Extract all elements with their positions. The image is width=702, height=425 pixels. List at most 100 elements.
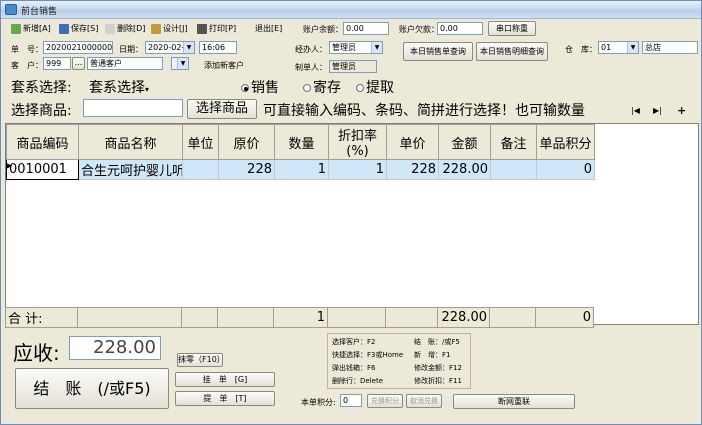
hang-order-button[interactable]: 挂 单 [G] — [175, 372, 275, 387]
col-header[interactable]: 备注 — [490, 124, 537, 160]
hint-text: 选择客户：F2 — [332, 338, 376, 346]
col-header[interactable]: 单位 — [182, 124, 219, 160]
deposit-radio[interactable]: 寄存 — [303, 77, 341, 97]
cell-points[interactable]: 0 — [536, 159, 595, 180]
first-record-icon[interactable]: |◀ — [631, 106, 640, 115]
col-header[interactable]: 商品编码 — [6, 124, 79, 160]
col-header[interactable]: 折扣率(%) — [328, 124, 387, 160]
cell-amount[interactable]: 228.00 — [438, 159, 491, 180]
add-row-icon[interactable]: + — [677, 104, 686, 117]
time-field[interactable]: 16:06 — [199, 41, 237, 54]
new-button[interactable]: 新增[A] — [11, 23, 51, 37]
print-button[interactable]: 打印[P] — [197, 23, 236, 37]
customer-lookup-button[interactable]: ... — [72, 57, 85, 70]
hint-text: 结 账：/或F5 — [414, 338, 460, 346]
next-record-icon[interactable]: ▶| — [653, 106, 662, 115]
radio-icon — [241, 84, 249, 92]
points-label: 本单积分: — [301, 398, 336, 407]
table-row[interactable]: 0010001 合生元呵护婴儿听 228 1 1 228 228.00 0 — [6, 159, 595, 180]
warehouse-name-field: 总店 — [642, 41, 698, 54]
row-pointer-icon: ▶ — [6, 161, 13, 170]
hint-text: 删除行：Delete — [332, 377, 383, 385]
chevron-down-icon: ▾ — [145, 85, 150, 94]
take-order-button[interactable]: 提 单 [T] — [175, 391, 275, 406]
cell-code[interactable]: 0010001 — [6, 159, 79, 180]
cancel-exchange-button[interactable]: 取消兑换 — [406, 394, 442, 408]
cell-quantity[interactable]: 1 — [274, 159, 329, 180]
checkout-button[interactable]: 结 账 (/或F5) — [15, 368, 169, 409]
chevron-down-icon[interactable]: ▼ — [627, 42, 638, 53]
grid-header-row: 商品编码 商品名称 单位 原价 数量 折扣率(%) 单价 金额 备注 单品积分 — [6, 124, 595, 160]
hint-text: 修改折扣：F11 — [414, 377, 462, 385]
cell-original-price[interactable]: 228 — [218, 159, 275, 180]
total-quantity: 1 — [273, 307, 328, 328]
warehouse-select[interactable]: 01 ▼ — [598, 41, 639, 54]
customer-name-field[interactable]: 普通客户 — [87, 57, 163, 70]
zero-button[interactable]: 抹零（F10） — [177, 353, 225, 367]
total-amount: 228.00 — [437, 307, 490, 328]
scale-button[interactable]: 串口称重 — [488, 21, 536, 36]
set-label: 套系选择: — [11, 80, 72, 96]
delete-icon — [105, 23, 115, 34]
today-sales-button[interactable]: 本日销售单查询 — [403, 42, 473, 61]
radio-icon — [303, 84, 311, 92]
balance-field[interactable]: 0.00 — [343, 22, 389, 35]
col-header[interactable]: 数量 — [274, 124, 329, 160]
customer-code-field[interactable]: 999 — [43, 57, 71, 70]
product-hint: 可直接输入编码、条码、简拼进行选择！也可输数量 — [263, 103, 585, 119]
withdraw-radio[interactable]: 提取 — [356, 77, 394, 97]
col-header[interactable]: 单品积分 — [536, 124, 595, 160]
reconnect-button[interactable]: 断网重联 — [453, 394, 575, 409]
chevron-down-icon[interactable]: ▼ — [371, 42, 382, 53]
new-icon — [11, 23, 21, 34]
sale-radio[interactable]: 销售 — [241, 77, 279, 97]
chevron-down-icon[interactable]: ▼ — [177, 58, 188, 69]
col-header[interactable]: 原价 — [218, 124, 275, 160]
add-customer-link[interactable]: 添加新客户 — [204, 60, 244, 71]
maker-field: 管理员 — [329, 60, 377, 73]
hint-text: 快捷选择：F3或Home — [332, 351, 404, 359]
col-header[interactable]: 商品名称 — [78, 124, 183, 160]
date-picker[interactable]: 2020-02-10 ▼ — [145, 41, 195, 54]
design-icon — [151, 23, 161, 34]
operator-select[interactable]: 管理员 ▼ — [329, 41, 383, 54]
product-input[interactable] — [83, 99, 183, 117]
hint-text: 新 增：F1 — [414, 351, 451, 359]
date-label: 日期： — [119, 45, 143, 54]
sales-window: 前台销售 新增[A] 保存[S] 删除[D] 设计[J] 打印[P] 退出[E]… — [0, 0, 702, 425]
customer-type-select[interactable]: ▼ — [171, 57, 189, 70]
receivable-field: 228.00 — [69, 336, 161, 360]
col-header[interactable]: 金额 — [438, 124, 491, 160]
hint-text: 弹出钱箱：F6 — [332, 364, 376, 372]
exit-button[interactable]: 退出[E] — [255, 23, 282, 37]
debt-label: 账户欠款： — [399, 25, 439, 34]
today-detail-button[interactable]: 本日销售明细查询 — [476, 42, 548, 61]
total-points: 0 — [535, 307, 594, 328]
cell-unit-price[interactable]: 228 — [386, 159, 439, 180]
design-button[interactable]: 设计[J] — [151, 23, 188, 37]
set-select[interactable]: 套系选择▾ — [89, 77, 149, 97]
delete-button[interactable]: 删除[D] — [105, 23, 145, 37]
cell-unit[interactable] — [182, 159, 219, 180]
select-product-button[interactable]: 选择商品 — [187, 99, 257, 119]
sales-grid[interactable]: 商品编码 商品名称 单位 原价 数量 折扣率(%) 单价 金额 备注 单品积分 … — [5, 123, 699, 325]
printer-icon — [197, 23, 207, 34]
cell-name[interactable]: 合生元呵护婴儿听 — [78, 159, 183, 180]
total-label: 合 计: — [5, 307, 78, 328]
balance-label: 账户余额： — [303, 25, 343, 34]
order-no-field[interactable]: 2020021000000001 — [43, 41, 113, 54]
chevron-down-icon[interactable]: ▼ — [183, 42, 194, 53]
title-bar: 前台销售 — [1, 1, 701, 19]
col-header[interactable]: 单价 — [386, 124, 439, 160]
maker-label: 制单人： — [295, 63, 327, 72]
debt-field[interactable]: 0.00 — [437, 22, 483, 35]
points-field[interactable]: 0 — [340, 394, 362, 407]
shortcut-panel: 选择客户：F2 结 账：/或F5 快捷选择：F3或Home 新 增：F1 弹出钱… — [327, 333, 471, 389]
cell-remark[interactable] — [490, 159, 537, 180]
save-button[interactable]: 保存[S] — [59, 23, 98, 37]
exchange-points-button[interactable]: 兑换积分 — [367, 394, 403, 408]
warehouse-label: 仓 库： — [565, 45, 597, 54]
cell-discount[interactable]: 1 — [328, 159, 387, 180]
hint-text: 修改金额：F12 — [414, 364, 462, 372]
save-icon — [59, 23, 69, 34]
